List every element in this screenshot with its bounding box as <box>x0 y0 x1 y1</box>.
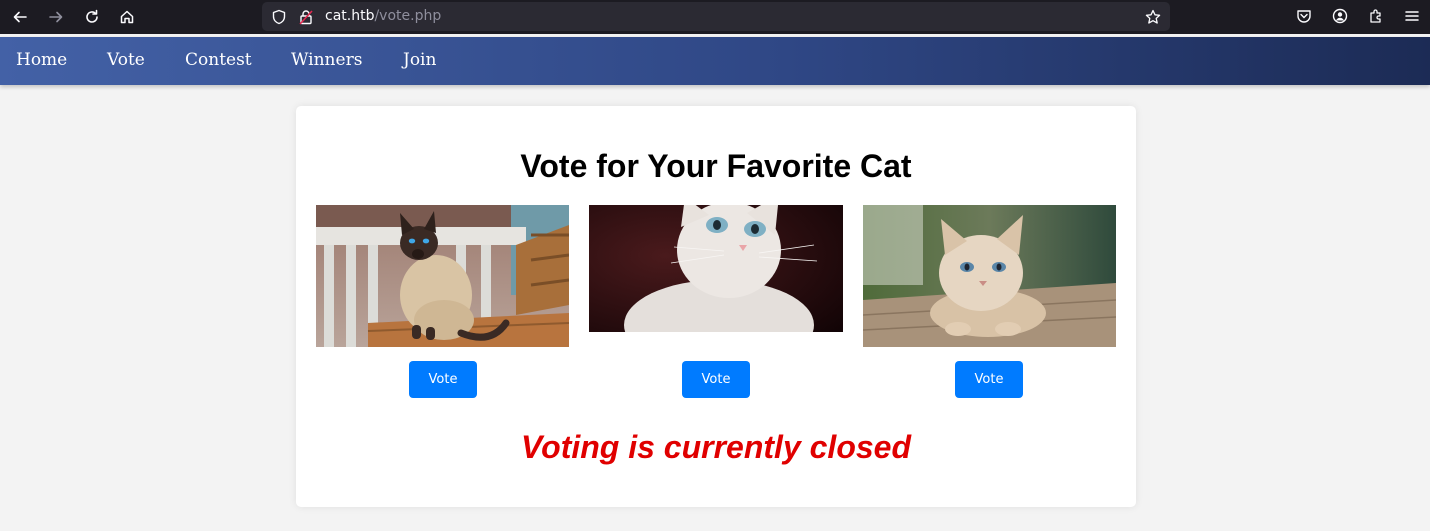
url-path: /vote.php <box>374 8 442 24</box>
site-nav: Home Vote Contest Winners Join <box>0 37 1430 85</box>
back-arrow-icon[interactable] <box>8 5 32 29</box>
account-icon[interactable] <box>1330 6 1350 26</box>
home-icon[interactable] <box>115 5 139 29</box>
insecure-lock-icon[interactable] <box>297 8 315 26</box>
white-kitten-image <box>589 205 843 332</box>
browser-toolbar: cat.htb/vote.php <box>0 0 1430 34</box>
address-bar[interactable]: cat.htb/vote.php <box>262 2 1170 31</box>
fluffy-kitten-image <box>863 205 1116 347</box>
voting-closed-message: Voting is currently closed <box>520 429 911 465</box>
reload-icon[interactable] <box>80 5 104 29</box>
vote-button-cat-3[interactable]: Vote <box>955 361 1023 398</box>
nav-link-home[interactable]: Home <box>16 50 67 70</box>
vote-button-cat-2[interactable]: Vote <box>682 361 750 398</box>
nav-link-join[interactable]: Join <box>403 50 436 70</box>
vote-button-cat-1[interactable]: Vote <box>409 361 477 398</box>
shield-icon[interactable] <box>270 8 288 26</box>
forward-arrow-icon[interactable] <box>44 5 68 29</box>
url-text[interactable]: cat.htb/vote.php <box>325 8 441 24</box>
nav-link-vote[interactable]: Vote <box>107 50 145 70</box>
pocket-icon[interactable] <box>1294 6 1314 26</box>
siamese-cat-image <box>316 205 569 347</box>
url-host: cat.htb <box>325 8 375 24</box>
nav-link-winners[interactable]: Winners <box>291 50 362 70</box>
bookmark-star-icon[interactable] <box>1144 8 1162 26</box>
vote-card: Vote for Your Favorite Cat Vote Vote Vot… <box>296 106 1136 507</box>
extensions-icon[interactable] <box>1366 6 1386 26</box>
page-title: Vote for Your Favorite Cat <box>520 148 912 184</box>
nav-link-contest[interactable]: Contest <box>185 50 252 70</box>
menu-hamburger-icon[interactable] <box>1402 6 1422 26</box>
